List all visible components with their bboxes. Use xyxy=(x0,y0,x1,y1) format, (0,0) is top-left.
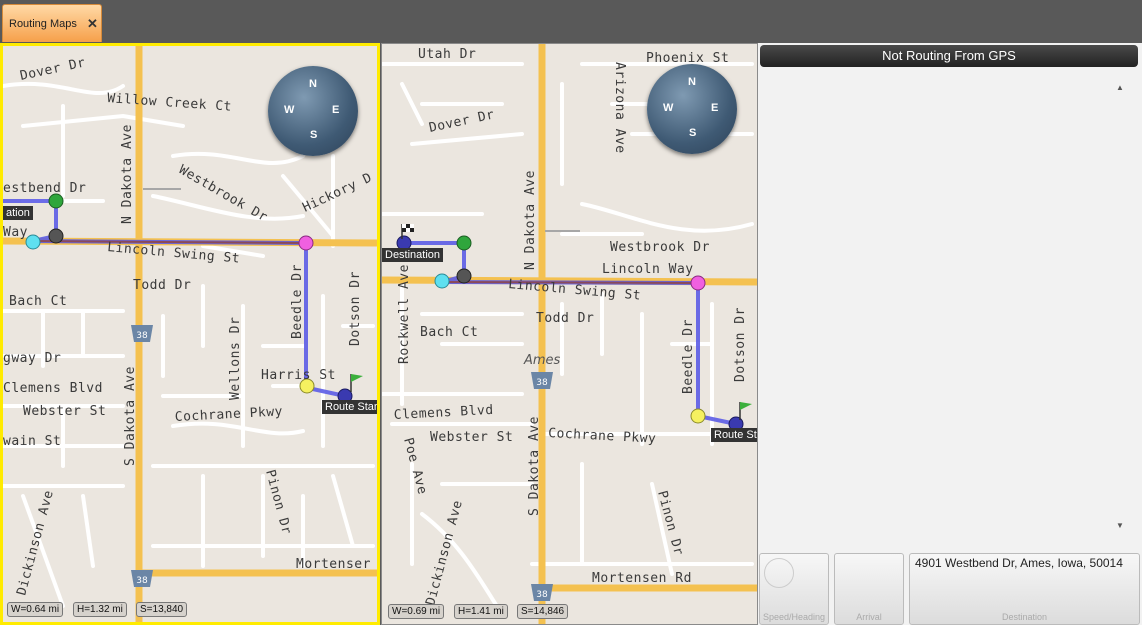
arrival-caption: Arrival xyxy=(856,612,882,622)
street-label: Dotson Dr xyxy=(348,271,363,346)
scale-height: H=1.41 mi xyxy=(454,604,508,619)
street-label: Todd Dr xyxy=(133,278,191,293)
arrival-button[interactable]: Arrival xyxy=(834,553,904,625)
street-label: Wellons Dr xyxy=(228,317,243,400)
street-label: Cochrane Pkwy xyxy=(174,404,283,425)
route-start-label: Route Star xyxy=(322,400,377,414)
scale-width: W=0.69 mi xyxy=(388,604,445,619)
street-label: Mortenser xyxy=(296,557,371,572)
close-icon[interactable]: ✕ xyxy=(87,16,98,32)
svg-text:38: 38 xyxy=(536,378,548,388)
compass-east: E xyxy=(332,104,340,116)
speed-heading-button[interactable]: Speed/Heading xyxy=(759,553,829,625)
street-label: N Dakota Ave xyxy=(120,124,135,224)
route-start-label: Route St xyxy=(711,428,757,442)
tab-bar: Routing Maps ✕ xyxy=(0,0,1142,43)
street-label: Willow Creek Ct xyxy=(107,91,233,115)
street-label: Arizona Ave xyxy=(612,62,627,154)
street-label: S Dakota Ave xyxy=(123,366,138,466)
street-label: Harris St xyxy=(261,368,336,383)
street-label: Dotson Dr xyxy=(733,307,748,382)
destination-label: ation xyxy=(3,206,33,220)
routing-panel: Not Routing From GPS ▲ ▼ Speed/Heading A… xyxy=(758,43,1142,625)
street-label: Dover Dr xyxy=(428,107,496,136)
street-label: Beedle Dr xyxy=(290,264,305,339)
compass-south: S xyxy=(310,129,318,141)
tab-routing-maps[interactable]: Routing Maps ✕ xyxy=(2,4,102,42)
speed-heading-caption: Speed/Heading xyxy=(762,612,826,622)
street-label: wain St xyxy=(3,434,61,449)
street-label: Webster St xyxy=(430,430,513,445)
compass-west: W xyxy=(284,104,295,116)
scale-width: W=0.64 mi xyxy=(7,602,64,617)
street-label: Beedle Dr xyxy=(681,319,696,394)
compass-north: N xyxy=(309,78,317,90)
svg-text:38: 38 xyxy=(536,590,548,600)
street-label: estbend Dr xyxy=(3,181,86,196)
street-label: gway Dr xyxy=(3,351,61,366)
street-label: Westbrook Dr xyxy=(176,162,270,225)
destination-address: 4901 Westbend Dr, Ames, Iowa, 50014 xyxy=(915,556,1123,570)
svg-text:38: 38 xyxy=(136,331,148,341)
street-label: Dover Dr xyxy=(19,55,87,84)
street-label: S Dakota Ave xyxy=(527,416,542,516)
tab-label: Routing Maps xyxy=(9,18,77,30)
scroll-down-icon[interactable]: ▼ xyxy=(1116,521,1124,530)
svg-text:38: 38 xyxy=(136,576,148,586)
compass-east: E xyxy=(711,102,719,114)
scale-height: H=1.32 mi xyxy=(73,602,127,617)
compass-icon[interactable]: N E S W xyxy=(647,64,737,154)
street-label: Lincoln Way xyxy=(602,262,694,277)
street-label: N Dakota Ave xyxy=(523,170,538,270)
street-label: Dickinson Ave xyxy=(14,489,57,597)
street-label: Bach Ct xyxy=(9,294,67,309)
map-panel-middle[interactable]: 38 38 Utah Dr Phoenix St Arizona Ave Dov… xyxy=(381,43,758,625)
street-label: Pinon Dr xyxy=(262,468,294,536)
street-label: Westbrook Dr xyxy=(610,240,710,255)
map-panel-left[interactable]: 38 38 Dover Dr Willow Creek Ct N Dakota … xyxy=(0,43,380,625)
destination-button[interactable]: 4901 Westbend Dr, Ames, Iowa, 50014 Dest… xyxy=(909,553,1140,625)
street-label: Hickory D xyxy=(300,170,374,215)
street-label: Rockwell Ave xyxy=(397,264,412,364)
compass-south: S xyxy=(689,127,697,139)
city-label: Ames xyxy=(523,353,561,368)
street-label: Utah Dr xyxy=(418,47,476,62)
destination-caption: Destination xyxy=(1001,612,1048,622)
gps-status-bar: Not Routing From GPS xyxy=(760,45,1138,67)
street-label: Clemens Blvd xyxy=(3,381,103,396)
destination-label: Destination xyxy=(382,248,444,262)
compass-north: N xyxy=(688,76,696,88)
compass-icon[interactable]: N E S W xyxy=(268,66,358,156)
street-label: Todd Dr xyxy=(536,311,594,326)
street-label: Webster St xyxy=(23,404,106,419)
street-label: Bach Ct xyxy=(420,325,478,340)
street-label: Clemens Blvd xyxy=(393,403,494,423)
scroll-up-icon[interactable]: ▲ xyxy=(1116,83,1124,92)
scale-ratio: S=13,840 xyxy=(136,602,188,617)
street-label: Poe Ave xyxy=(400,436,430,496)
street-label: Mortensen Rd xyxy=(592,571,692,586)
compass-west: W xyxy=(663,102,674,114)
speed-gauge-icon xyxy=(764,558,794,588)
scale-ratio: S=14,846 xyxy=(517,604,569,619)
street-label: Way xyxy=(3,225,28,240)
